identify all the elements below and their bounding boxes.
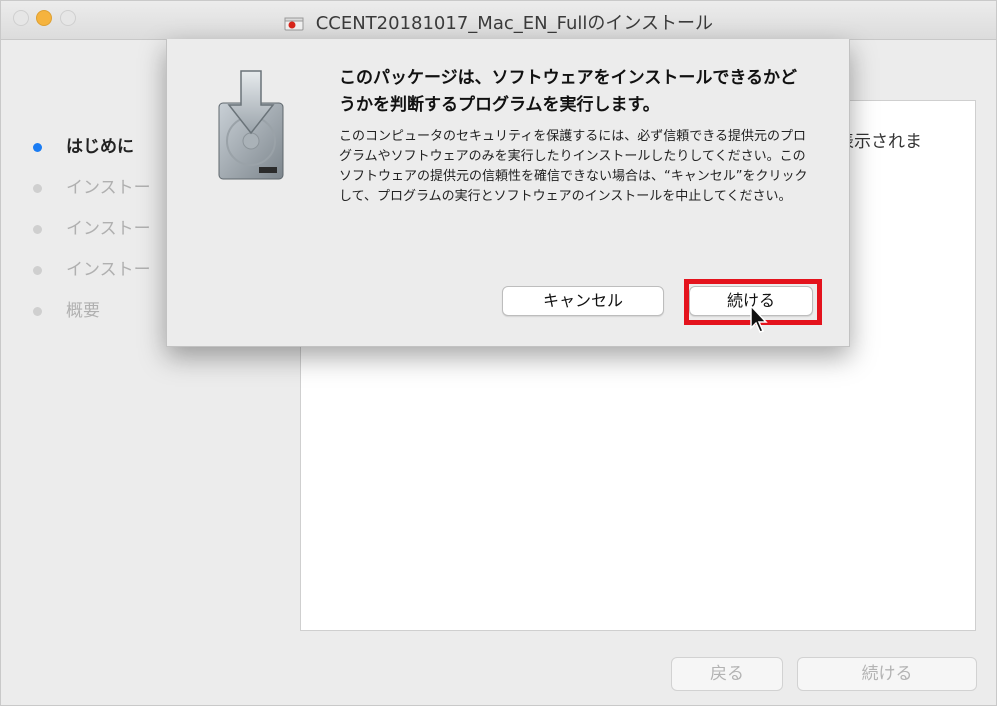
- installer-disk-icon: [218, 70, 284, 180]
- step-indicator-dot: [33, 266, 42, 275]
- security-alert-sheet: このパッケージは、ソフトウェアをインストールできるかどうかを判断するプログラムを…: [166, 39, 850, 347]
- cancel-button[interactable]: キャンセル: [502, 286, 664, 316]
- step-label: インストー: [66, 219, 151, 239]
- title-bar: CCENT20181017_Mac_EN_Fullのインストール: [1, 1, 996, 40]
- back-button[interactable]: 戻る: [671, 657, 783, 691]
- continue-button[interactable]: 続ける: [797, 657, 977, 691]
- window-title: CCENT20181017_Mac_EN_Fullのインストール: [1, 9, 996, 35]
- dialog-message: このコンピュータのセキュリティを保護するには、必ず信頼できる提供元のプログラムや…: [339, 129, 808, 204]
- steps-sidebar: はじめに インストー インストー インストー 概要: [31, 136, 151, 341]
- step-item: インストー: [31, 177, 151, 218]
- step-item: インストー: [31, 259, 151, 300]
- step-indicator-dot: [33, 184, 42, 193]
- step-introduction: はじめに: [31, 136, 151, 177]
- window-title-text: CCENT20181017_Mac_EN_Fullのインストール: [315, 13, 714, 34]
- package-icon: [284, 17, 304, 31]
- installer-window: CCENT20181017_Mac_EN_Fullのインストール はじめに イン…: [0, 0, 997, 706]
- dialog-heading: このパッケージは、ソフトウェアをインストールできるかどうかを判断するプログラムを…: [339, 68, 797, 115]
- mouse-pointer-icon: [750, 304, 768, 333]
- step-label: 概要: [66, 301, 100, 321]
- step-indicator-dot: [33, 225, 42, 234]
- step-summary: 概要: [31, 300, 151, 341]
- step-label: インストー: [66, 260, 151, 280]
- step-indicator-dot: [33, 307, 42, 316]
- step-label: はじめに: [66, 137, 134, 157]
- step-item: インストー: [31, 218, 151, 259]
- step-indicator-dot: [33, 143, 42, 152]
- step-label: インストー: [66, 178, 151, 198]
